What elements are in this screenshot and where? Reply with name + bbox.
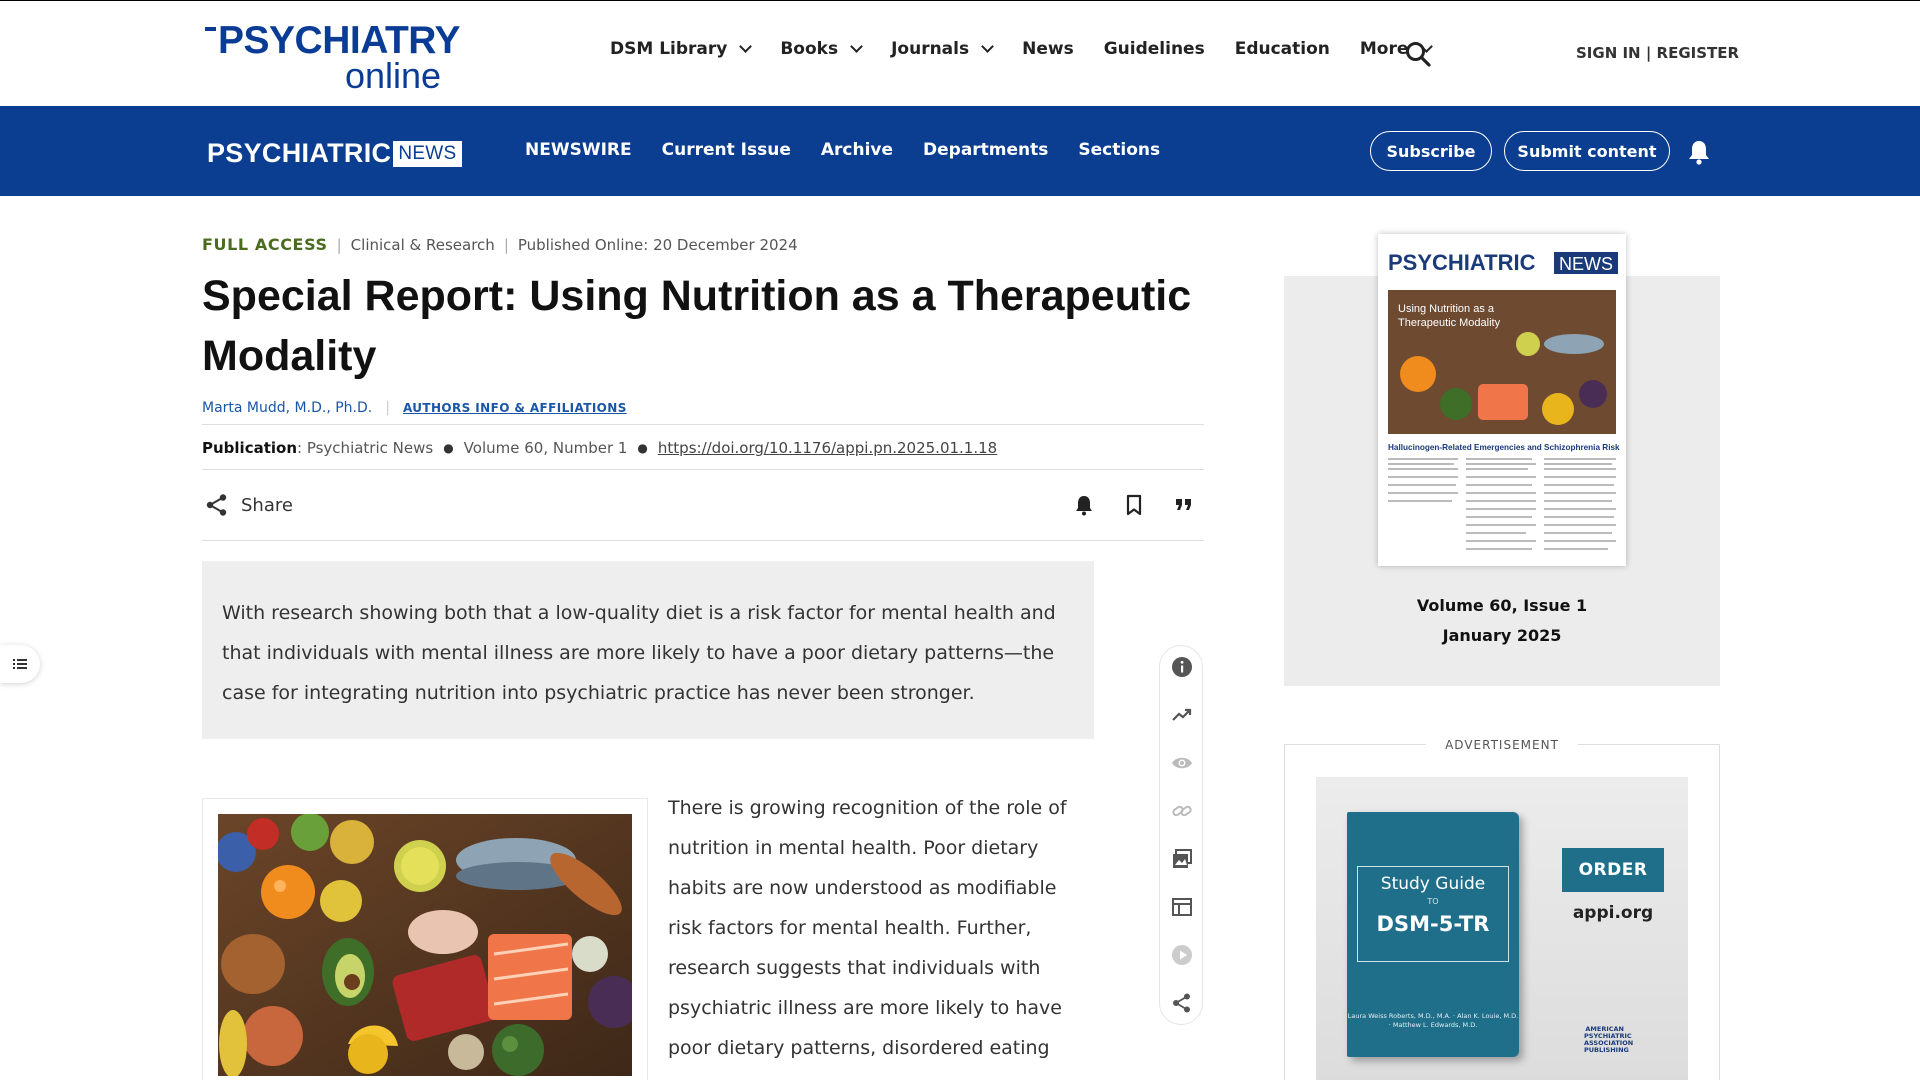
pn-logo-main: PSYCHIATRIC — [207, 138, 392, 168]
chevron-down-icon — [850, 40, 863, 53]
authors-affiliations-link[interactable]: AUTHORS INFO & AFFILIATIONS — [403, 401, 627, 415]
nav-journals[interactable]: Journals — [891, 39, 994, 59]
nav-label: DSM Library — [610, 39, 728, 59]
bell-icon[interactable] — [1687, 139, 1711, 165]
nutrition-food-image — [216, 813, 640, 1078]
cover-subhead: Hallucinogen-Related Emergencies and Sch… — [1388, 443, 1620, 452]
pn-nav: NEWSWIRE Current Issue Archive Departmen… — [525, 140, 1190, 160]
svg-text:Therapeutic Modality: Therapeutic Modality — [1398, 317, 1501, 329]
article-abstract: With research showing both that a low-qu… — [202, 561, 1094, 739]
issue-cover-image: PSYCHIATRIC NEWS Using Nutrition as a Th… — [1378, 234, 1626, 566]
published-date: Published Online: 20 December 2024 — [517, 235, 798, 254]
book-authors: Laura Weiss Roberts, M.D., M.A. · Alan K… — [1347, 1012, 1519, 1029]
info-icon[interactable] — [1171, 656, 1193, 678]
pn-nav-newswire[interactable]: NEWSWIRE — [525, 140, 632, 160]
link-icon[interactable] — [1171, 800, 1193, 822]
issue-volume: Volume 60, Issue 1 — [1416, 596, 1588, 615]
play-icon[interactable] — [1171, 944, 1193, 966]
share-label: Share — [241, 494, 293, 516]
cover-masthead-box: NEWS — [1559, 254, 1613, 274]
article-title: Special Report: Using Nutrition as a The… — [202, 272, 1192, 380]
article-category[interactable]: Clinical & Research — [351, 236, 495, 254]
nav-label: Education — [1234, 39, 1330, 59]
bullet: ● — [637, 441, 648, 455]
nav-label: More — [1359, 39, 1409, 59]
psychiatry-online-logo[interactable]: PSYCHIATRY online — [205, 19, 465, 96]
book-title-line1: Study Guide — [1380, 874, 1486, 894]
list-icon — [13, 659, 27, 669]
article-figure[interactable] — [202, 798, 648, 1080]
pn-nav-current-issue[interactable]: Current Issue — [662, 140, 791, 160]
search-icon[interactable] — [1405, 41, 1431, 67]
issue-date: January 2025 — [1442, 626, 1562, 645]
table-icon[interactable] — [1171, 896, 1193, 918]
quote-icon[interactable] — [1173, 494, 1195, 516]
volume-number: Volume 60, Number 1 — [463, 439, 628, 457]
nav-news[interactable]: News — [1022, 39, 1074, 59]
psychiatric-news-bar: PSYCHIATRIC NEWS NEWSWIRE Current Issue A… — [0, 106, 1920, 196]
site-header: PSYCHIATRY online DSM Library Books Jour… — [0, 0, 1920, 106]
access-badge: FULL ACCESS — [202, 235, 328, 254]
appi-org-link[interactable]: appi.org — [1562, 903, 1664, 923]
chevron-down-icon — [739, 40, 753, 53]
nav-label: News — [1022, 39, 1074, 59]
apa-publishing-logo: AMERICAN PSYCHIATRIC ASSOCIATION PUBLISH… — [1584, 1025, 1634, 1054]
share-icon[interactable] — [1171, 992, 1193, 1014]
nav-label: Books — [780, 39, 839, 59]
divider-line — [202, 540, 1204, 541]
nav-books[interactable]: Books — [780, 39, 863, 59]
eye-icon[interactable] — [1171, 752, 1193, 774]
pn-nav-departments[interactable]: Departments — [923, 140, 1048, 160]
svg-text:Using Nutrition as a: Using Nutrition as a — [1398, 303, 1495, 315]
nav-label: Journals — [891, 39, 970, 59]
study-guide-book-image[interactable]: Study Guide TO DSM-5-TR Laura Weiss Robe… — [1347, 812, 1519, 1057]
article-tools-rail — [1159, 645, 1203, 1025]
pn-logo-box: NEWS — [393, 140, 462, 167]
bullet: ● — [443, 441, 454, 455]
article-meta: FULL ACCESS | Clinical & Research | Publ… — [202, 235, 798, 254]
chevron-down-icon — [981, 40, 994, 53]
publication-name: : Psychiatric News — [297, 439, 434, 457]
nav-guidelines[interactable]: Guidelines — [1104, 39, 1205, 59]
psychiatric-news-logo[interactable]: PSYCHIATRIC NEWS — [207, 138, 462, 169]
bell-icon[interactable] — [1073, 494, 1095, 516]
divider: | — [336, 235, 342, 254]
doi-link[interactable]: https://doi.org/10.1176/appi.pn.2025.01.… — [658, 439, 997, 457]
subscribe-button[interactable]: Subscribe — [1370, 131, 1492, 171]
author-row: Marta Mudd, M.D., Ph.D. | AUTHORS INFO &… — [202, 400, 627, 416]
author-link[interactable]: Marta Mudd, M.D., Ph.D. — [202, 400, 372, 416]
publication-label: Publication — [202, 439, 298, 457]
share-icon — [206, 494, 227, 516]
table-of-contents-toggle[interactable] — [0, 645, 40, 683]
issue-caption[interactable]: Volume 60, Issue 1 January 2025 — [1284, 591, 1720, 651]
publication-info: Publication : Psychiatric News ● Volume … — [202, 439, 997, 457]
pn-nav-sections[interactable]: Sections — [1078, 140, 1160, 160]
pn-nav-archive[interactable]: Archive — [821, 140, 893, 160]
divider-line — [202, 424, 1204, 425]
bookmark-icon[interactable] — [1123, 494, 1145, 516]
book-title-line2: DSM-5-TR — [1376, 912, 1490, 936]
share-button[interactable]: Share — [205, 493, 293, 517]
trend-icon[interactable] — [1171, 704, 1193, 726]
nav-education[interactable]: Education — [1235, 39, 1330, 59]
logo-line2: online — [345, 55, 442, 96]
signin-register-link[interactable]: SIGN IN | REGISTER — [1576, 44, 1739, 62]
issue-cover[interactable]: PSYCHIATRIC NEWS Using Nutrition as a Th… — [1378, 234, 1626, 566]
submit-content-button[interactable]: Submit content — [1504, 131, 1670, 171]
advertisement-label: ADVERTISEMENT — [1426, 738, 1578, 752]
cover-masthead: PSYCHIATRIC — [1388, 250, 1536, 275]
image-icon[interactable] — [1171, 848, 1193, 870]
divider-line — [202, 469, 1204, 470]
article-body-text: There is growing recognition of the role… — [668, 797, 1067, 1080]
main-nav: DSM Library Books Journals News Guidelin… — [610, 39, 1461, 59]
book-title-to: TO — [1427, 897, 1439, 906]
order-button[interactable]: ORDER — [1562, 848, 1664, 892]
divider: | — [385, 400, 390, 416]
nav-dsm-library[interactable]: DSM Library — [610, 39, 753, 59]
nav-label: Guidelines — [1103, 39, 1205, 59]
divider: | — [503, 235, 509, 254]
